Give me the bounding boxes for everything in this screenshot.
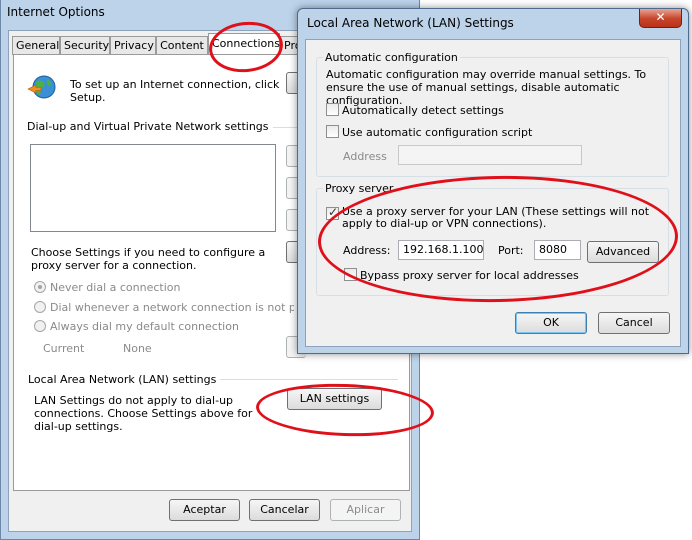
radio-never-dial-label: Never dial a connection [50, 281, 181, 294]
cancel-button-cancelar[interactable]: Cancelar [249, 499, 320, 521]
lan-settings-button[interactable]: LAN settings [287, 388, 382, 410]
proxy-server-legend: Proxy server [323, 182, 396, 195]
radio-dial-when-no-network-label: Dial whenever a network connection is no… [50, 301, 294, 314]
script-address-label: Address [343, 150, 387, 163]
setup-instruction: To set up an Internet connection, click … [70, 78, 280, 104]
auto-detect-label: Automatically detect settings [342, 104, 504, 117]
proxy-hint: Choose Settings if you need to configure… [31, 246, 266, 272]
lan-note: LAN Settings do not apply to dial-up con… [34, 394, 253, 433]
globe-network-icon [26, 72, 58, 104]
advanced-button[interactable]: Advanced [587, 241, 659, 263]
lan-group-title: Local Area Network (LAN) settings [28, 373, 221, 386]
lan-dialog-title: Local Area Network (LAN) Settings [307, 16, 514, 30]
auto-config-description: Automatic configuration may override man… [326, 68, 647, 107]
auto-config-legend: Automatic configuration [323, 51, 460, 64]
tab-connections[interactable]: Connections [208, 33, 280, 55]
script-address-input[interactable] [398, 145, 582, 165]
dialup-group-title: Dial-up and Virtual Private Network sett… [27, 120, 273, 133]
close-icon: ✕ [655, 10, 666, 24]
radio-always-dial[interactable] [34, 320, 46, 332]
bypass-local-checkbox[interactable] [344, 268, 357, 281]
radio-never-dial[interactable] [34, 281, 46, 293]
auto-script-checkbox[interactable] [326, 125, 339, 138]
radio-always-dial-label: Always dial my default connection [50, 320, 239, 333]
use-proxy-label: Use a proxy server for your LAN (These s… [342, 205, 650, 230]
auto-detect-checkbox[interactable] [326, 103, 339, 116]
window-title: Internet Options [7, 5, 105, 19]
bypass-local-label: Bypass proxy server for local addresses [360, 269, 579, 282]
proxy-address-label: Address: [343, 244, 391, 257]
tab-general[interactable]: General [12, 36, 60, 55]
current-label: Current [43, 342, 85, 355]
connection-list[interactable] [30, 144, 276, 232]
apply-button-aplicar[interactable]: Aplicar [330, 499, 401, 521]
tab-content[interactable]: Content [156, 36, 208, 55]
tab-privacy[interactable]: Privacy [110, 36, 156, 55]
proxy-port-input[interactable]: 8080 [534, 240, 581, 260]
current-value: None [123, 342, 152, 355]
proxy-address-input[interactable]: 192.168.1.100 [398, 240, 484, 260]
radio-dial-when-no-network[interactable] [34, 301, 46, 313]
lan-cancel-button[interactable]: Cancel [598, 312, 670, 334]
lan-ok-button[interactable]: OK [515, 312, 587, 334]
auto-script-label: Use automatic configuration script [342, 126, 533, 139]
ok-button-aceptar[interactable]: Aceptar [169, 499, 240, 521]
use-proxy-checkbox[interactable] [326, 205, 339, 220]
proxy-port-label: Port: [498, 244, 524, 257]
close-button[interactable]: ✕ [639, 9, 682, 28]
tab-security[interactable]: Security [60, 36, 110, 55]
